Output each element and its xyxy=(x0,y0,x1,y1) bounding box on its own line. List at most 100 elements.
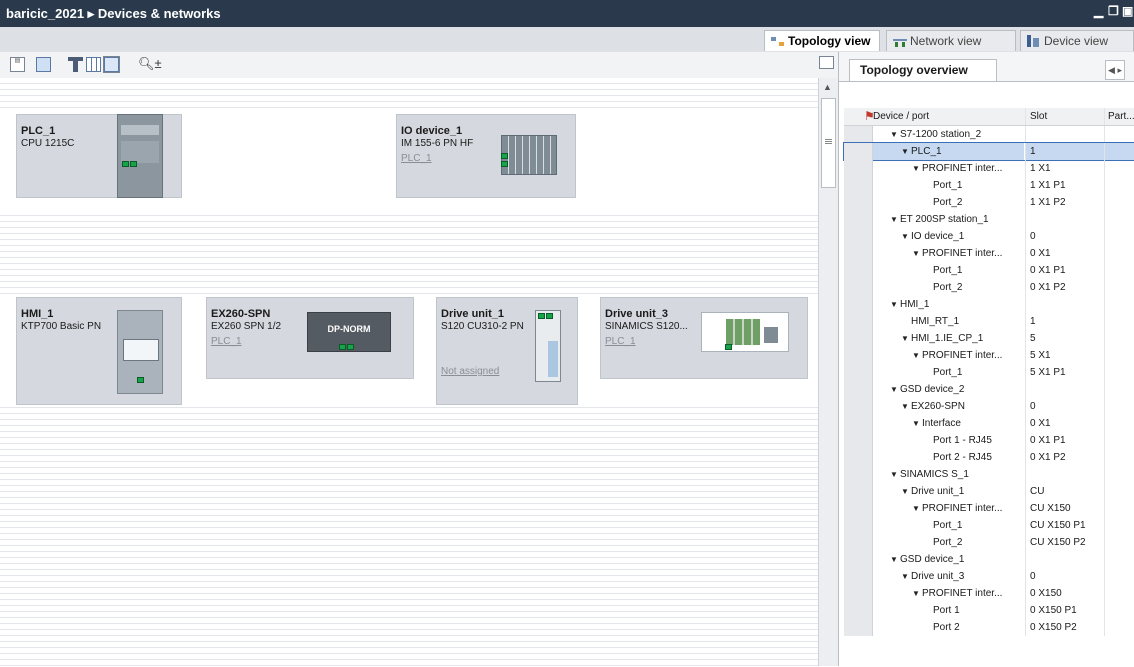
tab-topology-view[interactable]: Topology view xyxy=(764,30,880,51)
port-icon[interactable] xyxy=(546,313,553,319)
expand-icon[interactable]: ▼ xyxy=(912,160,922,177)
table-row[interactable]: Port_1 CU X150 P1 xyxy=(844,517,1134,534)
port-icon[interactable] xyxy=(538,313,545,319)
port-icon[interactable] xyxy=(339,344,346,350)
table-row[interactable]: HMI_RT_1 1 xyxy=(844,313,1134,330)
scroll-thumb[interactable] xyxy=(821,98,836,188)
table-row[interactable]: ▼ HMI_1.IE_CP_1 5 xyxy=(844,330,1134,347)
device-drive-unit-3[interactable]: Drive unit_3 SINAMICS S120... PLC_1 xyxy=(600,297,808,379)
minimize-icon[interactable]: ▁ xyxy=(1094,4,1103,18)
expand-icon[interactable]: ▼ xyxy=(912,245,922,262)
table-row[interactable]: ▼ Drive unit_1 CU xyxy=(844,483,1134,500)
expand-icon[interactable]: ▼ xyxy=(890,551,900,568)
restore-icon[interactable]: ❐ xyxy=(1108,4,1119,18)
table-row[interactable]: ▼ PROFINET inter... 1 X1 xyxy=(844,160,1134,177)
device-hmi-1[interactable]: HMI_1 KTP700 Basic PN xyxy=(16,297,182,405)
row-slot: 1 X1 P1 xyxy=(1025,177,1104,194)
tab-device-view[interactable]: Device view xyxy=(1020,30,1134,51)
table-icon[interactable] xyxy=(103,56,120,73)
connect-icon[interactable] xyxy=(36,57,51,72)
topology-canvas[interactable]: PLC_1 CPU 1215C IO device_1 IM 155-6 PN … xyxy=(0,78,818,666)
port-icon[interactable] xyxy=(122,161,129,167)
scroll-up-icon[interactable]: ▲ xyxy=(823,82,832,92)
table-row[interactable]: ▼ PROFINET inter... 0 X150 xyxy=(844,585,1134,602)
port-icon[interactable] xyxy=(130,161,137,167)
row-status-cell xyxy=(844,568,873,585)
expand-icon[interactable]: ▼ xyxy=(912,585,922,602)
row-status-cell xyxy=(844,551,873,568)
table-row[interactable]: Port 1 - RJ45 0 X1 P1 xyxy=(844,432,1134,449)
device-io-device-1[interactable]: IO device_1 IM 155-6 PN HF PLC_1 xyxy=(396,114,576,198)
table-row[interactable]: Port_1 1 X1 P1 xyxy=(844,177,1134,194)
row-partner xyxy=(1104,381,1134,398)
table-row[interactable]: ▼ HMI_1 xyxy=(844,296,1134,313)
row-slot: 5 X1 P1 xyxy=(1025,364,1104,381)
table-row[interactable]: Port_2 1 X1 P2 xyxy=(844,194,1134,211)
expand-icon[interactable]: ▼ xyxy=(912,415,922,432)
table-row[interactable]: Port_1 0 X1 P1 xyxy=(844,262,1134,279)
row-partner xyxy=(1104,330,1134,347)
table-row[interactable]: Port_1 5 X1 P1 xyxy=(844,364,1134,381)
table-row[interactable]: Port 1 0 X150 P1 xyxy=(844,602,1134,619)
table-row[interactable]: Port_2 0 X1 P2 xyxy=(844,279,1134,296)
table-row[interactable]: ▼ SINAMICS S_1 xyxy=(844,466,1134,483)
grid-icon[interactable] xyxy=(86,57,101,72)
table-row[interactable]: ▼ PROFINET inter... 5 X1 xyxy=(844,347,1134,364)
table-row[interactable]: ▼ S7-1200 station_2 xyxy=(844,126,1134,143)
rack-icon[interactable] xyxy=(68,57,83,72)
row-partner xyxy=(1104,296,1134,313)
expand-icon[interactable]: ▼ xyxy=(901,483,911,500)
table-row[interactable]: ▼ GSD device_2 xyxy=(844,381,1134,398)
table-row[interactable]: ▼ Interface 0 X1 xyxy=(844,415,1134,432)
column-partner[interactable]: Part... xyxy=(1104,108,1134,125)
row-device-port: ▼ EX260-SPN xyxy=(873,398,1024,415)
panel-toggle-icon[interactable] xyxy=(819,56,834,69)
table-row[interactable]: ▼ IO device_1 0 xyxy=(844,228,1134,245)
expand-icon[interactable]: ▼ xyxy=(901,568,911,585)
device-plc-1[interactable]: PLC_1 CPU 1215C xyxy=(16,114,182,198)
tab-topology-overview[interactable]: Topology overview xyxy=(849,59,997,81)
table-row[interactable]: ▼ PROFINET inter... CU X150 xyxy=(844,500,1134,517)
port-icon[interactable] xyxy=(501,161,508,167)
expand-icon[interactable]: ▼ xyxy=(890,381,900,398)
expand-icon[interactable]: ▼ xyxy=(901,143,911,160)
maximize-icon[interactable]: ▣ xyxy=(1122,4,1133,18)
topology-text-icon[interactable]: ▤ xyxy=(10,57,25,72)
tab-nav-button[interactable]: ◀ ▸ xyxy=(1105,60,1125,80)
row-device-port: HMI_RT_1 xyxy=(911,316,960,327)
column-device-port[interactable]: Device / port xyxy=(873,108,1024,125)
row-partner xyxy=(1104,126,1134,143)
expand-icon[interactable]: ▼ xyxy=(890,126,900,143)
table-row[interactable]: ▼ Drive unit_3 0 xyxy=(844,568,1134,585)
expand-icon[interactable]: ▼ xyxy=(912,500,922,517)
row-slot xyxy=(1025,296,1104,313)
expand-icon[interactable]: ▼ xyxy=(890,296,900,313)
expand-icon[interactable]: ▼ xyxy=(912,347,922,364)
port-icon[interactable] xyxy=(347,344,354,350)
table-row[interactable]: Port 2 - RJ45 0 X1 P2 xyxy=(844,449,1134,466)
expand-icon[interactable]: ▼ xyxy=(901,330,911,347)
table-row[interactable]: ▼ GSD device_1 xyxy=(844,551,1134,568)
row-status-cell xyxy=(844,585,873,602)
expand-icon[interactable]: ▼ xyxy=(890,466,900,483)
canvas-scrollbar[interactable]: ▲ xyxy=(818,78,839,666)
table-row[interactable]: ▼ PLC_1 1 xyxy=(843,142,1134,161)
expand-icon[interactable]: ▼ xyxy=(901,228,911,245)
table-row[interactable]: ▼ PROFINET inter... 0 X1 xyxy=(844,245,1134,262)
tab-network-view[interactable]: Network view xyxy=(886,30,1016,51)
port-icon[interactable] xyxy=(501,153,508,159)
device-drive-unit-1[interactable]: Drive unit_1 S120 CU310-2 PN Not assigne… xyxy=(436,297,578,405)
port-icon[interactable] xyxy=(137,377,144,383)
device-ex260-spn[interactable]: EX260-SPN EX260 SPN 1/2 PLC_1 DP-NORM xyxy=(206,297,414,379)
port-icon[interactable] xyxy=(725,344,732,350)
table-row[interactable]: ▼ ET 200SP station_1 xyxy=(844,211,1134,228)
row-slot: 0 xyxy=(1025,398,1104,415)
expand-icon[interactable]: ▼ xyxy=(890,211,900,228)
expand-icon[interactable]: ▼ xyxy=(901,398,911,415)
row-status-cell xyxy=(844,347,873,364)
column-slot[interactable]: Slot xyxy=(1025,108,1104,125)
zoom-icon[interactable]: 🔍︎± xyxy=(138,56,162,72)
table-row[interactable]: Port 2 0 X150 P2 xyxy=(844,619,1134,636)
table-row[interactable]: ▼ EX260-SPN 0 xyxy=(844,398,1134,415)
table-row[interactable]: Port_2 CU X150 P2 xyxy=(844,534,1134,551)
